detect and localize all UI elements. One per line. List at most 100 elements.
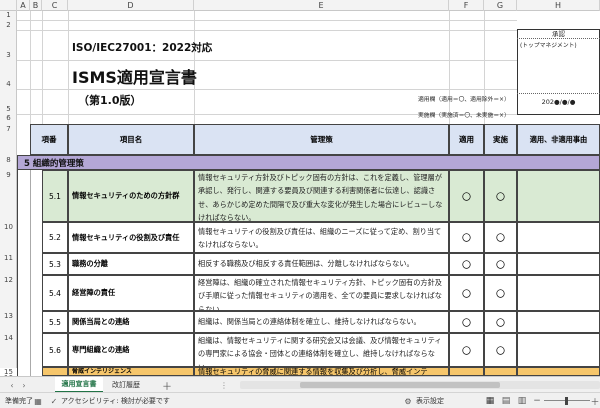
row-header[interactable]: 13 — [0, 285, 17, 321]
row-header[interactable]: 12 — [0, 263, 17, 285]
col-header[interactable]: E — [194, 0, 449, 11]
header-item-no[interactable]: 項番 — [30, 124, 68, 155]
row-name[interactable]: 情報セキュリティの役割及び責任 — [68, 222, 194, 253]
row-implemented[interactable]: 〇 — [484, 222, 517, 253]
doc-title: ISMS適用宣言書 — [72, 68, 197, 87]
row-name[interactable]: 情報セキュリティのための方針群 — [68, 170, 194, 222]
row-desc[interactable]: 情報セキュリティ方針及びトピック固有の方針は、これを定義し、管理層が承認し、発行… — [194, 170, 449, 222]
header-control[interactable]: 管理策 — [194, 124, 449, 155]
row-implemented[interactable]: 〇 — [484, 275, 517, 311]
row-desc[interactable]: 経営陣は、組織の確立された情報セキュリティ方針、トピック固有の方針及び手順に従っ… — [194, 275, 449, 311]
row-header[interactable]: 8 — [0, 134, 17, 165]
col-header[interactable]: A — [17, 0, 30, 11]
row-reason[interactable] — [517, 333, 600, 367]
scroll-right-icon[interactable]: › — [18, 379, 30, 391]
header-applicable[interactable]: 適用 — [449, 124, 484, 155]
col-b-border — [30, 170, 42, 376]
header-item-name[interactable]: 項目名 — [68, 124, 194, 155]
row-desc[interactable]: 情報セキュリティの脅威に関連する情報を収集及び分析し、脅威インテ — [194, 367, 449, 376]
sheet-tab-active[interactable]: 適用宣言書 — [55, 377, 103, 393]
sheet-tab[interactable]: 改訂履歴 — [104, 377, 148, 393]
row-applicable[interactable]: 〇 — [449, 253, 484, 275]
row-implemented[interactable]: 〇 — [484, 311, 517, 333]
row-header[interactable]: 9 — [0, 165, 17, 180]
row-desc[interactable]: 情報セキュリティの役割及び責任は、組織のニーズに従って定め、割り当てなければなら… — [194, 222, 449, 253]
scrollbar-thumb[interactable] — [300, 382, 500, 388]
row-header[interactable]: 4 — [0, 60, 17, 89]
section-title: 5 組織的管理策 — [24, 158, 84, 169]
approval-role: (トップマネジメント) — [520, 43, 577, 49]
row-reason[interactable] — [517, 253, 600, 275]
row-reason[interactable] — [517, 170, 600, 222]
gridline — [17, 60, 517, 61]
col-header[interactable]: G — [484, 0, 517, 11]
row-reason[interactable] — [517, 222, 600, 253]
page-break-icon[interactable]: ▥ — [516, 395, 528, 407]
scroll-left-icon[interactable]: ‹ — [6, 379, 18, 391]
col-header[interactable]: F — [449, 0, 484, 11]
more-options-icon[interactable]: ⋮ — [218, 379, 230, 391]
row-applicable[interactable]: 〇 — [449, 170, 484, 222]
row-desc[interactable]: 組織は、関係当局との連絡体制を確立し、維持しなければならない。 — [194, 311, 449, 333]
zoom-in-icon[interactable]: ＋ — [590, 395, 600, 408]
status-accessibility[interactable]: アクセシビリティ: 検討が必要です — [58, 393, 170, 408]
row-no[interactable]: 5.5 — [42, 311, 68, 333]
status-display-settings[interactable]: 表示設定 — [413, 393, 444, 408]
col-header[interactable]: H — [517, 0, 600, 11]
approval-date-divider — [517, 93, 600, 94]
row-no[interactable]: 5.2 — [42, 222, 68, 253]
row-no[interactable]: 5.1 — [42, 170, 68, 222]
gridline — [17, 20, 517, 21]
col-header[interactable]: B — [30, 0, 42, 11]
row-implemented[interactable]: 〇 — [484, 170, 517, 222]
row-header[interactable]: 1 — [0, 11, 17, 20]
row-header[interactable]: 11 — [0, 232, 17, 263]
col-header[interactable]: D — [68, 0, 194, 11]
row-header[interactable]: 7 — [0, 123, 17, 134]
macro-icon[interactable]: ▦ — [32, 395, 44, 407]
page-layout-icon[interactable]: ▤ — [500, 395, 512, 407]
doc-version: （第1.0版） — [78, 94, 142, 107]
row-no[interactable] — [42, 367, 68, 376]
row-name[interactable]: 職務の分離 — [68, 253, 194, 275]
row-header[interactable]: 5 — [0, 89, 17, 114]
zoom-out-icon[interactable]: − — [532, 395, 542, 407]
row-header[interactable]: 6 — [0, 114, 17, 123]
row-no[interactable]: 5.6 — [42, 333, 68, 367]
add-sheet-icon[interactable]: ＋ — [160, 378, 174, 393]
status-ready: 準備完了 — [5, 397, 33, 405]
row-header[interactable]: 3 — [0, 30, 17, 60]
select-all-corner[interactable] — [0, 0, 17, 11]
row-header[interactable]: 2 — [0, 20, 17, 30]
row-name[interactable]: 脅威インテリジェンス — [68, 367, 194, 376]
row-reason[interactable] — [517, 367, 600, 376]
legend-applicable: 適用欄（適用＝〇、適用除外＝×） — [418, 97, 510, 103]
row-name[interactable]: 専門組織との連絡 — [68, 333, 194, 367]
normal-view-icon[interactable]: ▦ — [484, 395, 496, 407]
row-implemented[interactable]: 〇 — [484, 253, 517, 275]
row-applicable[interactable]: 〇 — [449, 222, 484, 253]
row-name[interactable]: 関係当局との連絡 — [68, 311, 194, 333]
row-reason[interactable] — [517, 275, 600, 311]
zoom-slider-thumb[interactable] — [565, 397, 568, 405]
header-implemented[interactable]: 実施 — [484, 124, 517, 155]
row-implemented[interactable] — [484, 367, 517, 376]
row-no[interactable]: 5.4 — [42, 275, 68, 311]
row-desc[interactable]: 組織は、情報セキュリティに関する研究会又は会議、及び情報セキュリティの専門家によ… — [194, 333, 449, 367]
row-applicable[interactable] — [449, 367, 484, 376]
row-applicable[interactable]: 〇 — [449, 311, 484, 333]
row-header[interactable]: 14 — [0, 321, 17, 343]
row-applicable[interactable]: 〇 — [449, 275, 484, 311]
row-header[interactable]: 15 — [0, 343, 17, 377]
row-name[interactable]: 経営陣の責任 — [68, 275, 194, 311]
section-row[interactable] — [17, 155, 600, 170]
header-reason[interactable]: 適用、非適用事由 — [517, 124, 600, 155]
row-reason[interactable] — [517, 311, 600, 333]
row-no[interactable]: 5.3 — [42, 253, 68, 275]
row-implemented[interactable]: 〇 — [484, 333, 517, 367]
col-header[interactable]: C — [42, 0, 68, 11]
row-desc[interactable]: 相反する職務及び相反する責任範囲は、分離しなければならない。 — [194, 253, 449, 275]
gridline — [484, 11, 485, 124]
row-header[interactable]: 10 — [0, 180, 17, 232]
row-applicable[interactable]: 〇 — [449, 333, 484, 367]
